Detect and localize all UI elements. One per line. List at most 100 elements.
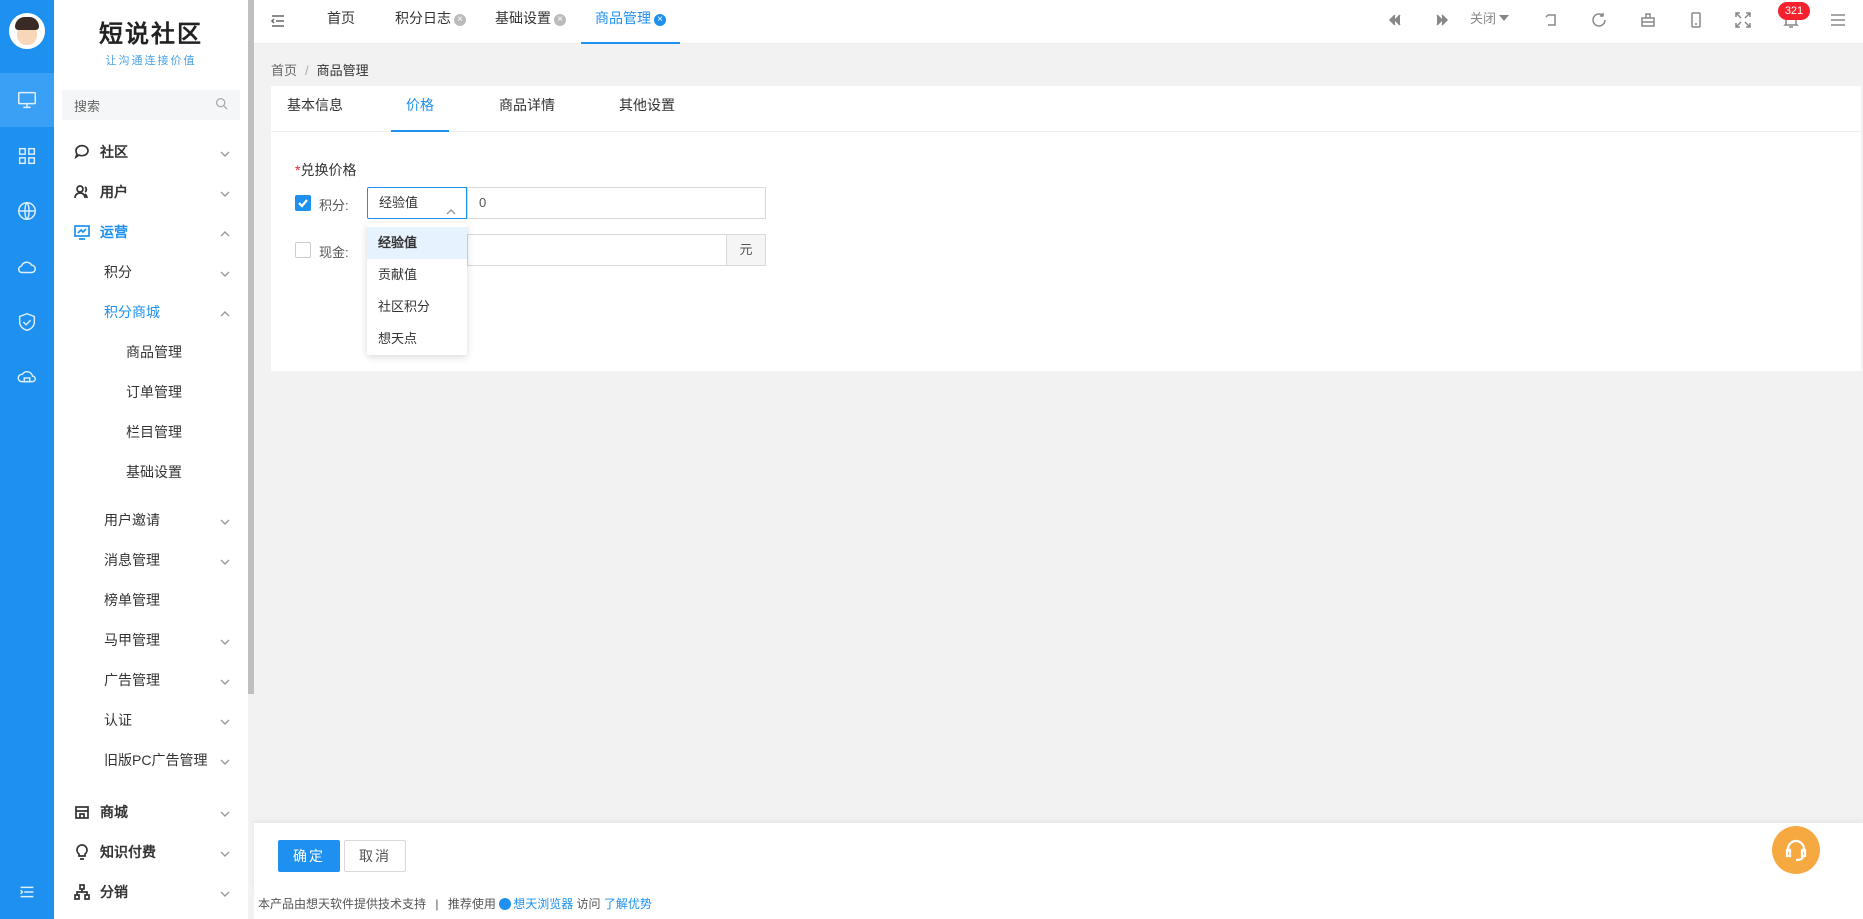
tab-product-management[interactable]: 商品管理 ×	[581, 0, 680, 44]
sidebar-item-vest-management[interactable]: 马甲管理	[54, 620, 248, 660]
points-value-input[interactable]: 0	[467, 187, 766, 219]
monitor-chart-icon	[74, 224, 90, 240]
sidebar-item-basic-settings[interactable]: 基础设置	[54, 452, 248, 492]
sidebar-item-label: 积分	[104, 264, 132, 280]
confirm-button[interactable]: 确定	[278, 840, 340, 872]
sidebar-item-order-management[interactable]: 订单管理	[54, 372, 248, 412]
sitemap-icon	[74, 884, 90, 900]
back-icon[interactable]	[1543, 11, 1561, 29]
mobile-preview-icon[interactable]	[1687, 11, 1705, 29]
shield-check-icon[interactable]	[0, 295, 54, 349]
footer-recommend: 推荐使用	[447, 897, 496, 911]
brand-title: 短说社区	[99, 19, 203, 48]
close-tabs-dropdown[interactable]: 关闭	[1470, 0, 1510, 40]
brand-logo: 短说社区 让沟通连接价值	[54, 14, 248, 68]
sidebar-item-ad-management[interactable]: 广告管理	[54, 660, 248, 700]
sidebar-item-operations[interactable]: 运营	[54, 212, 248, 252]
sidebar-item-label: 知识付费	[100, 844, 156, 860]
sidebar-item-product-management[interactable]: 商品管理	[54, 332, 248, 372]
sidebar-item-label: 积分商城	[104, 304, 160, 320]
caret-down-icon	[1499, 15, 1510, 21]
chevron-down-icon	[220, 514, 230, 525]
avatar[interactable]	[9, 13, 45, 49]
cloud-server-icon[interactable]	[0, 351, 54, 405]
close-tab-icon[interactable]: ×	[654, 14, 666, 26]
sidebar-item-mall[interactable]: 商城	[54, 792, 248, 832]
more-menu-icon[interactable]	[1829, 11, 1847, 29]
tab-home[interactable]: 首页	[327, 0, 355, 44]
cash-unit-addon: 元	[726, 234, 766, 266]
scroll-right-icon[interactable]	[1433, 11, 1451, 29]
sidebar-item-label: 用户邀请	[104, 512, 160, 528]
select-value: 经验值	[379, 195, 419, 210]
tab-label: 商品详情	[499, 97, 555, 113]
browser-link[interactable]: 想天浏览器	[513, 897, 573, 911]
search-input[interactable]: 搜索	[62, 90, 240, 120]
section-title: 兑换价格	[300, 162, 357, 178]
tab-label: 首页	[327, 10, 355, 26]
chevron-up-icon	[446, 198, 456, 215]
sidebar-item-ranking-management[interactable]: 榜单管理	[54, 580, 248, 620]
tab-product-details[interactable]: 商品详情	[499, 86, 555, 132]
dropdown-option[interactable]: 贡献值	[367, 259, 467, 291]
dropdown-option[interactable]: 社区积分	[367, 291, 467, 323]
sidebar-item-column-management[interactable]: 栏目管理	[54, 412, 248, 452]
chevron-down-icon	[220, 186, 230, 197]
search-icon[interactable]	[215, 97, 228, 113]
sidebar-item-message-management[interactable]: 消息管理	[54, 540, 248, 580]
cash-value-input[interactable]	[467, 234, 726, 266]
cancel-button[interactable]: 取消	[344, 840, 406, 872]
tab-label: 其他设置	[619, 97, 675, 113]
sidebar-item-distribution[interactable]: 分销	[54, 872, 248, 912]
dropdown-option[interactable]: 经验值	[367, 227, 467, 259]
customer-support-icon[interactable]	[1772, 826, 1820, 874]
chevron-down-icon	[220, 806, 230, 817]
dropdown-option[interactable]: 想天点	[367, 323, 467, 355]
advantages-link[interactable]: 了解优势	[604, 897, 652, 911]
grid-icon[interactable]	[0, 129, 54, 183]
close-tab-icon[interactable]: ×	[554, 14, 566, 26]
scroll-left-icon[interactable]	[1386, 11, 1404, 29]
collapse-menu-icon[interactable]	[270, 13, 286, 29]
breadcrumb: 首页 / 商品管理	[271, 60, 369, 79]
sidebar-item-user-invite[interactable]: 用户邀请	[54, 500, 248, 540]
tab-label: 基础设置	[495, 10, 551, 26]
tab-points-log[interactable]: 积分日志 ×	[395, 0, 466, 44]
sidebar-item-certification[interactable]: 认证	[54, 700, 248, 740]
store-icon	[74, 804, 90, 820]
cash-checkbox[interactable]	[295, 242, 311, 258]
points-checkbox[interactable]	[295, 195, 311, 211]
points-type-select[interactable]: 经验值	[367, 187, 467, 219]
tab-basic-settings[interactable]: 基础设置 ×	[495, 0, 566, 44]
cloud-icon[interactable]	[0, 240, 54, 294]
tab-other-settings[interactable]: 其他设置	[619, 86, 675, 132]
chevron-down-icon	[220, 714, 230, 725]
sidebar-item-users[interactable]: 用户	[54, 172, 248, 212]
tab-basic-info[interactable]: 基本信息	[287, 86, 343, 132]
sidebar-item-label: 运营	[100, 224, 128, 240]
clear-cache-icon[interactable]	[1639, 11, 1657, 29]
tab-price[interactable]: 价格	[391, 86, 449, 132]
points-label: 积分:	[319, 198, 349, 213]
close-tab-icon[interactable]: ×	[454, 14, 466, 26]
footer-visit: 访问	[576, 897, 601, 911]
sidebar-item-points-mall[interactable]: 积分商城	[54, 292, 248, 332]
sidebar-item-label: 马甲管理	[104, 632, 160, 648]
sidebar-item-community[interactable]: 社区	[54, 132, 248, 172]
menu-list-icon[interactable]	[0, 865, 54, 919]
breadcrumb-home[interactable]: 首页	[271, 63, 297, 78]
fullscreen-icon[interactable]	[1734, 11, 1752, 29]
close-label: 关闭	[1470, 11, 1497, 26]
globe-icon[interactable]	[0, 184, 54, 238]
chevron-down-icon	[220, 554, 230, 565]
monitor-icon[interactable]	[0, 73, 54, 127]
sidebar-item-paid-knowledge[interactable]: 知识付费	[54, 832, 248, 872]
sidebar-item-legacy-pc-ads[interactable]: 旧版PC广告管理	[54, 740, 248, 780]
tab-label: 价格	[406, 97, 434, 113]
sidebar-item-points[interactable]: 积分	[54, 252, 248, 292]
chevron-down-icon	[220, 266, 230, 277]
sidebar-item-label: 商城	[100, 804, 128, 820]
refresh-icon[interactable]	[1590, 11, 1608, 29]
chat-bubble-icon	[74, 144, 90, 160]
sidebar-scrollbar[interactable]	[248, 0, 254, 694]
